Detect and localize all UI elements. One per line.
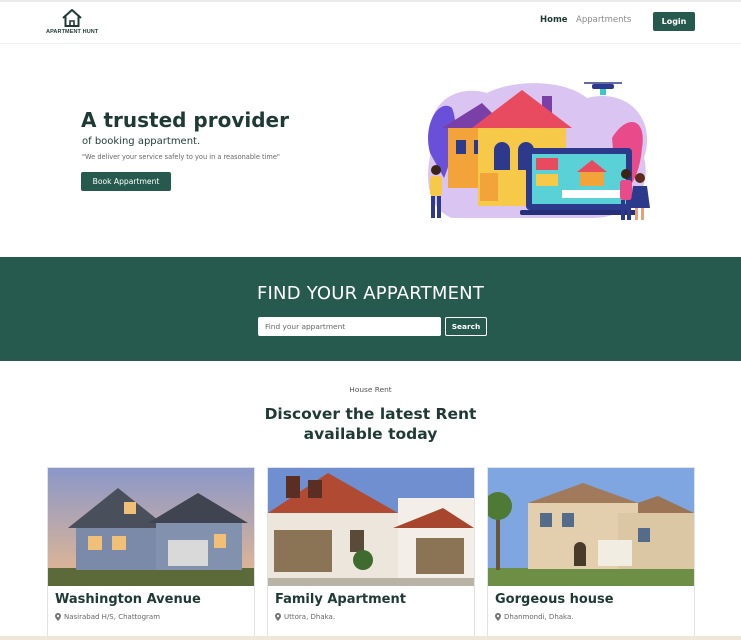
logo[interactable]: APARTMENT HUNT — [46, 8, 98, 40]
laptop — [520, 148, 638, 215]
book-apartment-button[interactable]: Book Appartment — [81, 172, 171, 191]
hero-illustration — [428, 82, 650, 220]
section-heading-line2: available today — [303, 425, 438, 443]
section-heading-line1: Discover the latest Rent — [264, 405, 477, 423]
property-location-text: Nasirabad H/S, Chattogram — [64, 613, 161, 621]
drone — [584, 82, 622, 95]
find-apartment-section: FIND YOUR APPARTMENT Search — [0, 257, 741, 361]
nav-home-link[interactable]: Home — [540, 15, 568, 25]
nav-apartments-link[interactable]: Appartments — [576, 15, 631, 25]
map-pin-icon — [55, 613, 61, 621]
map-pin-icon — [275, 613, 281, 621]
property-location: Dhanmondi, Dhaka. — [495, 613, 574, 621]
search-input[interactable] — [258, 317, 441, 336]
header: APARTMENT HUNT Home Appartments Login — [0, 2, 741, 44]
property-location: Uttora, Dhaka. — [275, 613, 335, 621]
property-name: Family Apartment — [275, 592, 406, 607]
property-name: Washington Avenue — [55, 592, 201, 607]
bottom-strip — [0, 636, 741, 640]
property-card[interactable]: Washington Avenue Nasirabad H/S, Chattog… — [47, 467, 255, 640]
property-name: Gorgeous house — [495, 592, 614, 607]
property-photo — [268, 468, 474, 586]
hero-subtitle: of booking appartment. — [82, 136, 201, 147]
property-location-text: Dhanmondi, Dhaka. — [504, 613, 574, 621]
section-heading: Discover the latest Rent available today — [0, 404, 741, 444]
property-photo — [488, 468, 694, 586]
property-location: Nasirabad H/S, Chattogram — [55, 613, 160, 621]
login-button[interactable]: Login — [653, 12, 695, 31]
search-button[interactable]: Search — [445, 317, 487, 336]
property-card[interactable]: Family Apartment Uttora, Dhaka. — [267, 467, 475, 640]
hero-title: A trusted provider — [81, 108, 289, 132]
property-photo — [48, 468, 254, 586]
section-label: House Rent — [349, 385, 392, 394]
map-pin-icon — [495, 613, 501, 621]
property-location-text: Uttora, Dhaka. — [284, 613, 336, 621]
property-card[interactable]: Gorgeous house Dhanmondi, Dhaka. — [487, 467, 695, 640]
house-logo-icon — [62, 9, 82, 27]
find-title: FIND YOUR APPARTMENT — [256, 283, 485, 304]
hero-quote: "We deliver your service safely to you i… — [82, 153, 280, 161]
brand-name: APARTMENT HUNT — [46, 29, 99, 35]
